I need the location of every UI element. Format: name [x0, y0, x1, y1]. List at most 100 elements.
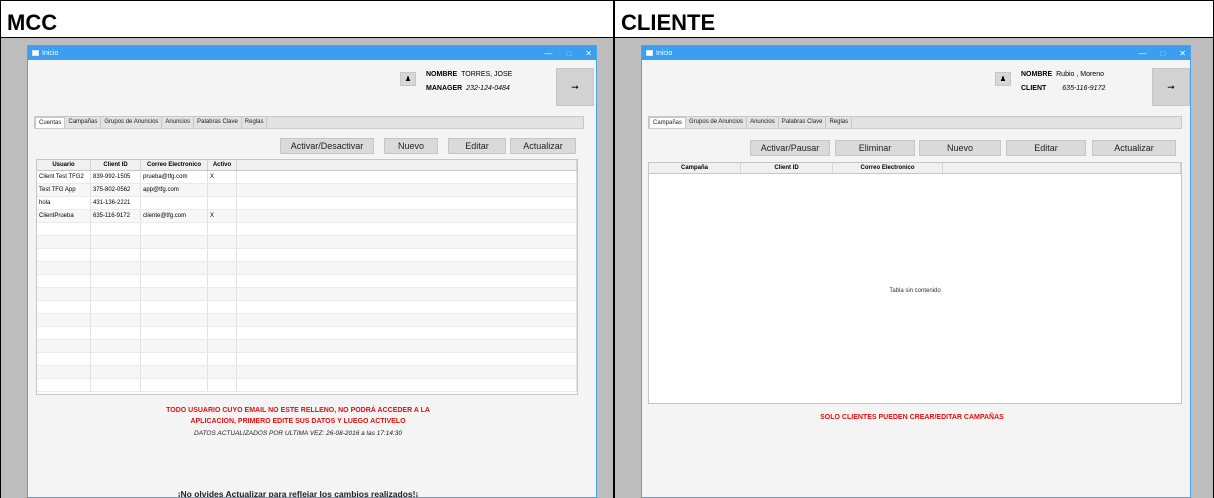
table-cell — [237, 301, 577, 313]
table-row[interactable] — [37, 262, 577, 275]
activar-desactivar-button[interactable]: Activar/Desactivar — [280, 138, 374, 154]
table-cell: 635-116-9172 — [91, 210, 141, 222]
window-title: Inicio — [656, 49, 673, 57]
table-row[interactable]: hola 431-136-2221 — [37, 197, 577, 210]
column-header[interactable]: Campaña — [649, 163, 741, 173]
tab-palabras-clave[interactable]: Palabras Clave — [778, 117, 827, 128]
table-cell — [208, 314, 237, 326]
table-cell — [141, 340, 208, 352]
table-cell: X — [208, 210, 237, 222]
role-label: CLIENT — [1021, 85, 1047, 92]
nombre-label: NOMBRE — [426, 71, 458, 78]
window-titlebar[interactable]: Inicio — □ ✕ — [28, 46, 596, 60]
table-row[interactable]: Test TFG App 375-802-0562 app@tfg.com — [37, 184, 577, 197]
user-info: ♟ NOMBRE TORRES, JOSE MANAGER 232-124-0484 — [400, 68, 512, 96]
logout-icon: ➞ — [1167, 81, 1175, 92]
activar-pausar-button[interactable]: Activar/Pausar — [750, 140, 830, 156]
table-cell — [91, 353, 141, 365]
eliminar-button[interactable]: Eliminar — [835, 140, 915, 156]
window-titlebar[interactable]: Inicio — □ ✕ — [642, 46, 1190, 60]
table-cell — [237, 210, 577, 222]
tab-campañas[interactable]: Campañas — [649, 117, 687, 128]
actualizar-button[interactable]: Actualizar — [510, 138, 576, 154]
table-cell — [237, 236, 577, 248]
table-cell — [37, 379, 91, 391]
tab-bar: Campañas Grupos de Anuncios Anuncios Palabr… — [648, 116, 1182, 129]
table-cell — [91, 379, 141, 391]
user-icon[interactable]: ♟ — [400, 72, 416, 86]
table-cell — [37, 249, 91, 261]
nuevo-button[interactable]: Nuevo — [919, 140, 1001, 156]
table-row[interactable] — [37, 223, 577, 236]
table-row[interactable]: Client Test TFG2 839-992-1505 prueba@tfg.c… — [37, 171, 577, 184]
table-row[interactable] — [37, 379, 577, 392]
minimize-icon[interactable]: — — [544, 49, 552, 58]
close-icon[interactable]: ✕ — [1179, 49, 1186, 58]
user-icon[interactable]: ♟ — [995, 72, 1011, 86]
close-icon[interactable]: ✕ — [585, 49, 592, 58]
table-cell: 839-992-1505 — [91, 171, 141, 183]
table-cell — [208, 340, 237, 352]
tab-palabras-clave[interactable]: Palabras Clave — [194, 117, 242, 128]
column-header[interactable]: Usuario — [37, 160, 91, 170]
table-row[interactable] — [37, 353, 577, 366]
editar-button[interactable]: Editar — [1006, 140, 1086, 156]
table-cell — [37, 366, 91, 378]
window-title: Inicio — [42, 49, 59, 57]
nombre-value: Rubio , Moreno — [1056, 71, 1104, 78]
logout-button[interactable]: ➞ — [556, 68, 594, 106]
cliente-window: Inicio — □ ✕ ♟ NOMBRE Rubio , Moreno CLIE… — [641, 45, 1191, 498]
cliente-panel-header: CLIENTE — [614, 0, 1214, 38]
table-cell: ClientPrueba — [37, 210, 91, 222]
table-row[interactable] — [37, 236, 577, 249]
logout-icon: ➞ — [571, 81, 579, 92]
table-cell — [208, 301, 237, 313]
minimize-icon[interactable]: — — [1138, 49, 1146, 58]
table-row[interactable] — [37, 314, 577, 327]
table-row[interactable] — [37, 288, 577, 301]
tab-campañas[interactable]: Campañas — [65, 117, 102, 128]
table-row[interactable] — [37, 275, 577, 288]
table-cell — [91, 340, 141, 352]
column-header[interactable]: Client ID — [741, 163, 833, 173]
tab-anuncios[interactable]: Anuncios — [747, 117, 779, 128]
editar-button[interactable]: Editar — [448, 138, 506, 154]
tab-anuncios[interactable]: Anuncios — [162, 117, 195, 128]
table-cell — [91, 275, 141, 287]
column-header[interactable]: Activo — [208, 160, 237, 170]
table-cell — [37, 236, 91, 248]
tab-grupos-de-anuncios[interactable]: Grupos de Anuncios — [686, 117, 748, 128]
table-cell — [91, 249, 141, 261]
table-row[interactable] — [37, 301, 577, 314]
tab-reglas[interactable]: Reglas — [241, 117, 268, 128]
tab-reglas[interactable]: Reglas — [826, 117, 853, 128]
update-reminder: ¡No olvides Actualizar para reflejar los… — [177, 489, 419, 498]
logout-button[interactable]: ➞ — [1152, 68, 1190, 106]
table-row[interactable]: ClientPrueba 635-116-9172 cliente@tfg.com X — [37, 210, 577, 223]
table-cell — [237, 288, 577, 300]
column-header[interactable] — [943, 163, 1181, 173]
table-cell — [141, 288, 208, 300]
tab-bar: Cuentas Campañas Grupos de Anuncios Anuncio… — [34, 116, 584, 129]
table-row[interactable] — [37, 249, 577, 262]
table-cell — [91, 314, 141, 326]
maximize-icon[interactable]: □ — [566, 49, 571, 58]
column-header[interactable]: Client ID — [91, 160, 141, 170]
table-cell — [141, 366, 208, 378]
table-cell — [37, 262, 91, 274]
column-header[interactable] — [237, 160, 577, 170]
table-row[interactable] — [37, 366, 577, 379]
table-cell — [237, 275, 577, 287]
table-cell — [208, 197, 237, 209]
table-cell — [91, 327, 141, 339]
column-header[interactable]: Correo Electronico — [141, 160, 208, 170]
tab-grupos-de-anuncios[interactable]: Grupos de Anuncios — [101, 117, 163, 128]
table-header: Campaña Client ID Correo Electronico — [649, 163, 1181, 174]
tab-cuentas[interactable]: Cuentas — [35, 117, 66, 128]
column-header[interactable]: Correo Electronico — [833, 163, 943, 173]
actualizar-button[interactable]: Actualizar — [1092, 140, 1176, 156]
table-row[interactable] — [37, 340, 577, 353]
maximize-icon[interactable]: □ — [1160, 49, 1165, 58]
nuevo-button[interactable]: Nuevo — [384, 138, 438, 154]
table-row[interactable] — [37, 327, 577, 340]
